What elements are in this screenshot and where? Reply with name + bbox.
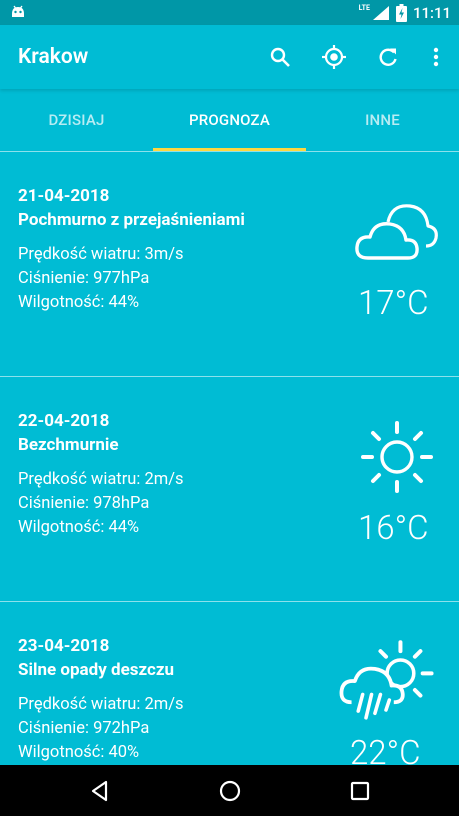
overflow-menu-button[interactable]	[422, 43, 450, 71]
rain-sun-icon	[339, 640, 434, 720]
forecast-temperature: 16°C	[358, 509, 429, 548]
tab-dzisiaj[interactable]: DZISIAJ	[0, 89, 153, 151]
search-icon	[270, 47, 290, 67]
signal-icon	[372, 5, 389, 20]
forecast-card[interactable]: 23-04-2018 Silne opady deszczu Prędkość …	[0, 602, 459, 765]
wind-speed: Prędkość wiatru: 2m/s	[18, 695, 184, 714]
back-icon[interactable]	[86, 777, 114, 805]
navigation-bar	[0, 765, 459, 816]
pressure: Ciśnienie: 977hPa	[18, 269, 150, 288]
app-bar: Krakow	[0, 25, 459, 89]
clock: 11:11	[412, 3, 451, 22]
refresh-button[interactable]	[374, 43, 402, 71]
forecast-description: Silne opady deszczu	[18, 660, 175, 680]
home-icon[interactable]	[216, 777, 244, 805]
forecast-card[interactable]: 21-04-2018 Pochmurno z przejaśnieniami P…	[0, 152, 459, 377]
gps-location-icon	[322, 45, 346, 69]
wind-speed: Prędkość wiatru: 3m/s	[18, 245, 184, 264]
tab-prognoza[interactable]: PROGNOZA	[153, 89, 306, 151]
cloudy-icon	[355, 204, 438, 260]
more-vert-icon	[433, 47, 439, 67]
search-button[interactable]	[266, 43, 294, 71]
forecast-description: Bezchmurnie	[18, 435, 119, 455]
forecast-date: 23-04-2018	[18, 636, 110, 656]
forecast-date: 22-04-2018	[18, 411, 110, 431]
forecast-date: 21-04-2018	[18, 186, 110, 206]
city-title: Krakow	[18, 45, 89, 69]
status-bar: LTE 11:11	[0, 0, 459, 25]
forecast-description: Pochmurno z przejaśnieniami	[18, 210, 245, 230]
lte-label: LTE	[358, 3, 370, 12]
humidity: Wilgotność: 44%	[18, 293, 140, 312]
pressure: Ciśnienie: 978hPa	[18, 494, 150, 513]
forecast-temperature: 17°C	[358, 284, 429, 323]
forecast-temperature: 22°C	[350, 734, 421, 765]
humidity: Wilgotność: 40%	[18, 743, 140, 762]
battery-charging-icon	[395, 3, 407, 22]
forecast-list[interactable]: 21-04-2018 Pochmurno z przejaśnieniami P…	[0, 152, 459, 765]
wind-speed: Prędkość wiatru: 2m/s	[18, 470, 184, 489]
humidity: Wilgotność: 44%	[18, 518, 140, 537]
recents-icon[interactable]	[346, 777, 374, 805]
locate-button[interactable]	[320, 43, 348, 71]
sun-icon	[361, 421, 433, 493]
android-notification-icon	[12, 5, 24, 17]
refresh-icon	[379, 48, 397, 66]
tab-bar: DZISIAJ PROGNOZA INNE	[0, 89, 459, 152]
forecast-card[interactable]: 22-04-2018 Bezchmurnie Prędkość wiatru: …	[0, 377, 459, 602]
tab-indicator	[153, 148, 306, 151]
pressure: Ciśnienie: 972hPa	[18, 719, 150, 738]
tab-inne[interactable]: INNE	[306, 89, 459, 151]
